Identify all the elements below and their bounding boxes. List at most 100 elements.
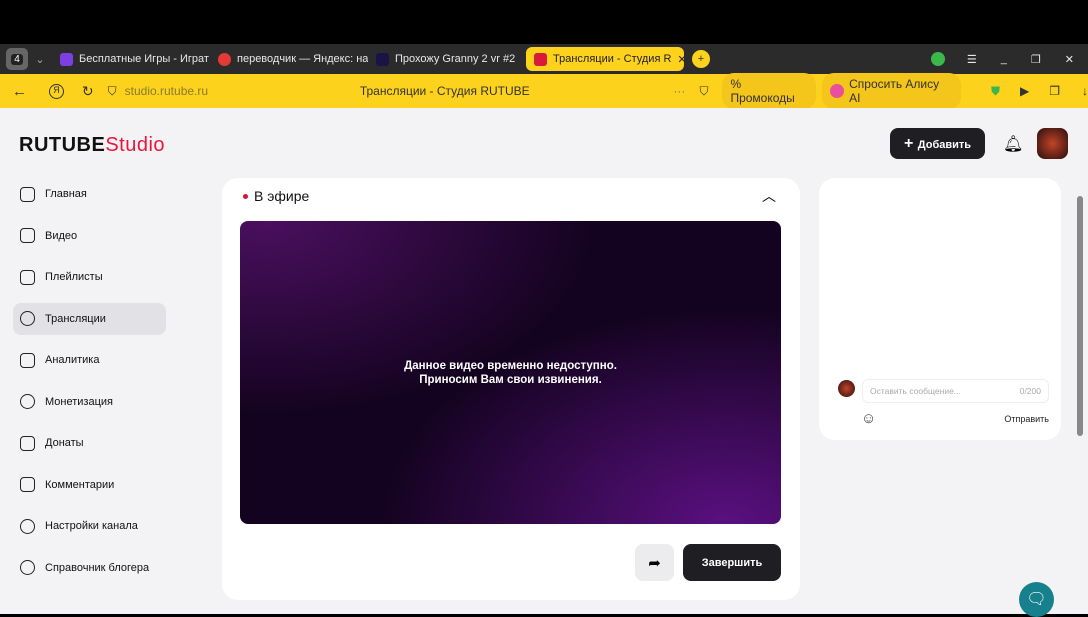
tab-label: Бесплатные Игры - Играт (79, 53, 209, 65)
nav-label: Главная (45, 188, 87, 200)
tab-label: Прохожу Granny 2 vr #2 (395, 53, 516, 65)
home-icon (20, 186, 35, 202)
tab-favicon-icon (534, 52, 547, 66)
more-icon[interactable]: ··· (673, 84, 685, 98)
sidebar-item-help[interactable]: Справочник блогера (13, 552, 166, 584)
video-player[interactable]: Данное видео временно недоступно. Принос… (240, 221, 781, 524)
protect-icon[interactable]: ⛊ (991, 84, 1000, 99)
tab-favicon-icon (218, 52, 231, 66)
browser-tab-bar: 4 ⌄ Бесплатные Игры - Играт переводчик —… (0, 44, 1088, 74)
comment-icon (20, 477, 35, 492)
tab-counter[interactable]: 4 (6, 48, 28, 70)
download-icon[interactable]: ↓ (1082, 84, 1088, 98)
menu-icon[interactable]: ☰ (967, 53, 977, 66)
rutube-studio-logo[interactable]: RUTUBEStudio (19, 134, 165, 157)
share-icon: ➦ (648, 554, 661, 572)
bookmark-icon[interactable]: ⛉ (699, 84, 708, 99)
shield-icon: ⛉ (107, 83, 117, 98)
nav-label: Аналитика (45, 354, 100, 366)
unavailable-message: Данное видео временно недоступно. (404, 359, 617, 372)
analytics-icon (20, 352, 35, 368)
chevron-down-icon[interactable]: ⌄ (28, 53, 52, 66)
chat-panel: Оставить сообщение... 0/200 ☺ Отправить (819, 178, 1061, 440)
playlist-icon (20, 269, 35, 285)
collections-icon[interactable]: ❐ (1049, 84, 1060, 98)
tab-label: переводчик — Яндекс: на (237, 53, 368, 65)
percent-icon: % (730, 77, 742, 91)
yandex-icon[interactable]: Я (49, 83, 64, 99)
browser-tab[interactable]: переводчик — Яндекс: на (210, 47, 368, 71)
sidebar-item-monetization[interactable]: Монетизация (13, 386, 166, 418)
browser-tab[interactable]: Прохожу Granny 2 vr #2 (368, 47, 526, 71)
chat-message-input[interactable]: Оставить сообщение... 0/200 (862, 379, 1049, 403)
nav-label: Монетизация (45, 395, 113, 408)
url-text: studio.rutube.ru (124, 84, 209, 98)
page-title-text: Трансляции - Студия RUTUBE (359, 84, 530, 98)
alice-button[interactable]: Спросить Алису AI (822, 73, 961, 109)
ruble-icon (20, 394, 35, 409)
window-close-icon[interactable]: ✕ (1065, 53, 1074, 66)
close-icon[interactable]: ✕ (677, 53, 684, 66)
tab-favicon-icon (60, 52, 73, 66)
avatar[interactable] (1037, 128, 1068, 159)
url-field[interactable]: ⛉ studio.rutube.ru Трансляции - Студия R… (108, 84, 674, 99)
sidebar-item-donations[interactable]: Донаты (13, 427, 166, 459)
reload-icon[interactable]: ↻ (82, 83, 94, 100)
live-dot-icon (243, 193, 248, 199)
minimize-icon[interactable]: _ (1001, 53, 1007, 65)
browser-tab[interactable]: Бесплатные Игры - Играт (52, 47, 210, 71)
nav-label: Комментарии (45, 478, 115, 491)
share-button[interactable]: ➦ (635, 544, 674, 581)
send-button[interactable]: Отправить (1004, 414, 1049, 424)
live-stream-card: В эфире ︿ Данное видео временно недоступ… (222, 178, 800, 600)
finish-button[interactable]: Завершить (683, 544, 781, 581)
extension-icon[interactable] (930, 52, 945, 66)
logo-text: RUTUBE (19, 134, 106, 156)
status-label: В эфире (254, 188, 310, 204)
sidebar-item-playlists[interactable]: Плейлисты (13, 261, 166, 293)
info-icon (20, 560, 35, 575)
tab-favicon-icon (376, 52, 389, 66)
tab-label: Трансляции - Студия R (553, 53, 672, 65)
back-icon[interactable]: ← (12, 83, 27, 100)
add-button[interactable]: + Добавить (890, 128, 985, 159)
chat-avatar (838, 380, 855, 397)
apology-message: Приносим Вам свои извинения. (419, 373, 602, 386)
nav-label: Видео (45, 229, 78, 242)
video-icon (20, 228, 35, 243)
scrollbar[interactable] (1077, 196, 1083, 436)
sidebar-item-video[interactable]: Видео (13, 220, 166, 252)
chat-bubble-icon: 🗨︎ (1026, 591, 1047, 608)
sidebar-item-comments[interactable]: Комментарии (13, 469, 166, 501)
nav-label: Донаты (45, 437, 84, 449)
promo-label: Промокоды (730, 91, 795, 105)
restore-icon[interactable]: ❐ (1031, 53, 1041, 66)
nav-label: Справочник блогера (45, 561, 150, 574)
nav-label: Плейлисты (45, 271, 103, 283)
char-counter: 0/200 (1019, 386, 1041, 396)
chevron-up-icon[interactable]: ︿ (762, 186, 776, 206)
sidebar-item-streams[interactable]: Трансляции (13, 302, 166, 335)
nav-label: Настройки канала (45, 520, 138, 532)
chat-placeholder: Оставить сообщение... (870, 386, 961, 396)
sidebar-item-home[interactable]: Главная (13, 178, 166, 210)
player-icon[interactable]: ▶ (1020, 84, 1029, 98)
support-chat-button[interactable]: 🗨︎ (1019, 582, 1054, 617)
sidebar-item-analytics[interactable]: Аналитика (13, 344, 166, 376)
bell-icon[interactable]: 🔔︎ (1003, 134, 1023, 154)
studio-page: RUTUBEStudio + Добавить 🔔︎ Главная Видео… (0, 108, 1088, 617)
add-label: Добавить (917, 138, 972, 151)
address-bar: ← Я ↻ ⛉ studio.rutube.ru Трансляции - Ст… (0, 73, 1088, 109)
sidebar-nav: Главная Видео Плейлисты Трансляции Анали… (13, 178, 166, 593)
new-tab-button[interactable]: + (692, 50, 710, 68)
sidebar-item-settings[interactable]: Настройки канала (13, 510, 166, 542)
stream-status: В эфире (243, 188, 309, 204)
broadcast-icon (20, 311, 35, 326)
donation-icon (20, 435, 35, 451)
emoji-icon[interactable]: ☺ (861, 410, 876, 427)
promo-button[interactable]: % Промокоды (722, 73, 817, 109)
logo-suffix: Studio (105, 134, 166, 156)
gear-icon (20, 518, 35, 534)
browser-tab-active[interactable]: Трансляции - Студия R ✕ (526, 47, 684, 71)
nav-label: Трансляции (45, 312, 106, 325)
